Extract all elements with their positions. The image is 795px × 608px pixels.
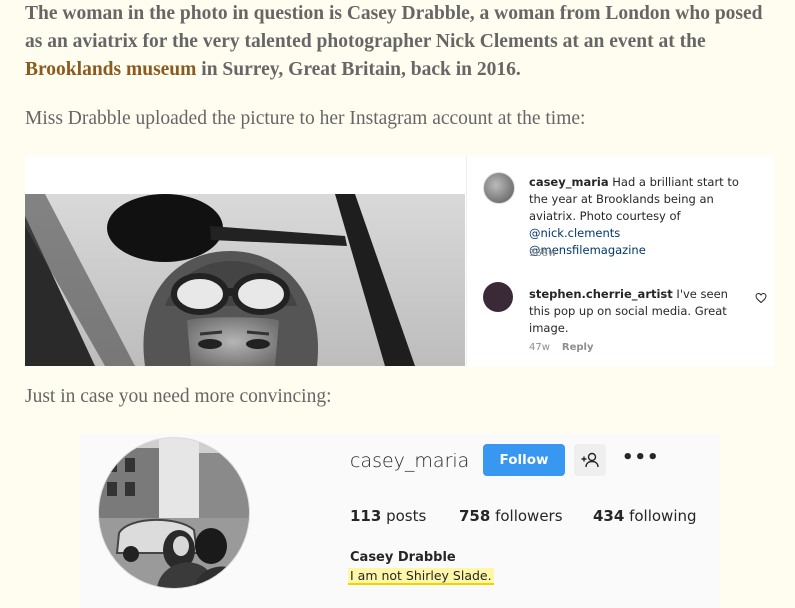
article-paragraph-convincing: Just in case you need more convincing:	[25, 386, 332, 407]
profile-username: casey_maria	[350, 450, 470, 472]
profile-avatar[interactable]	[98, 437, 250, 589]
comment-2-meta: 47w Reply	[529, 342, 606, 353]
instagram-post-embed: casey_maria Had a brilliant start to the…	[25, 156, 774, 366]
comment-1: casey_maria Had a brilliant start to the…	[529, 174, 759, 259]
brooklands-museum-link[interactable]: Brooklands museum	[25, 59, 196, 80]
article-paragraph-instagram: Miss Drabble uploaded the picture to her…	[25, 108, 586, 129]
comment-2: stephen.cherrie_artist I've seen this po…	[529, 286, 744, 337]
instagram-profile-screenshot: casey_maria Follow ••• 113 posts 758 fol…	[80, 434, 720, 608]
profile-bio: I am not Shirley Slade.	[348, 568, 494, 585]
comment-2-username[interactable]: stephen.cherrie_artist	[529, 287, 673, 301]
article-paragraph-intro: The woman in the photo in question is Ca…	[25, 0, 780, 84]
posts-count[interactable]: 113 posts	[350, 507, 426, 525]
following-count[interactable]: 434 following	[593, 507, 697, 525]
commenter-avatar-casey[interactable]	[483, 172, 515, 204]
comment-1-meta: 368w	[529, 248, 568, 259]
intro-text-2: in Surrey, Great Britain, back in 2016.	[196, 59, 521, 80]
heart-outline-icon[interactable]	[755, 292, 767, 304]
comment-1-age: 368w	[529, 248, 557, 259]
add-user-icon	[581, 452, 599, 468]
comment-1-username[interactable]: casey_maria	[529, 175, 609, 189]
aviatrix-photo	[25, 156, 465, 366]
follow-button[interactable]: Follow	[483, 444, 565, 476]
comment-2-age: 47w	[529, 342, 550, 353]
followers-count[interactable]: 758 followers	[459, 507, 563, 525]
post-comments-panel: casey_maria Had a brilliant start to the…	[466, 156, 774, 366]
more-horizontal-icon[interactable]: •••	[622, 446, 659, 474]
mention-nick-clements[interactable]: @nick.clements	[529, 226, 620, 240]
commenter-avatar-stephen[interactable]	[483, 282, 513, 312]
intro-text-1: The woman in the photo in question is Ca…	[25, 3, 763, 52]
comment-2-reply-button[interactable]: Reply	[562, 342, 594, 353]
suggest-user-button[interactable]	[574, 444, 606, 476]
profile-full-name: Casey Drabble	[350, 550, 456, 565]
